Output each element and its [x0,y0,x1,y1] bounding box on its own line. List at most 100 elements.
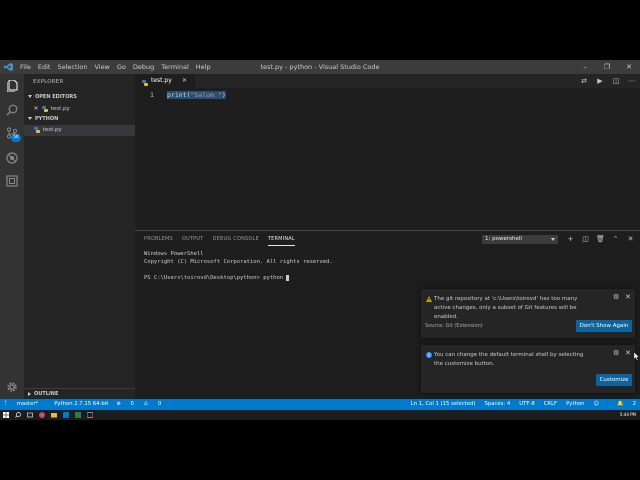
sidebar-title: EXPLORER [33,79,64,85]
run-play-icon[interactable]: ▶ [592,74,608,88]
chevron-up-icon[interactable]: ⌃ [608,234,623,245]
new-terminal-icon[interactable]: + [563,234,578,245]
notification-source: Source: Git (Extension) [425,323,483,329]
python-file-icon [41,105,48,112]
dont-show-again-button[interactable]: Don't Show Again [576,320,632,332]
task-view-icon[interactable] [27,412,33,418]
warning-status-icon: ⚠ [143,401,149,407]
menu-terminal[interactable]: Terminal [161,60,188,74]
terminal-output[interactable]: Windows PowerShell Copyright (C) Microsof… [144,250,333,282]
code-editor[interactable]: 1 print("Salom ") [135,88,640,230]
folder-header-python[interactable]: PYTHON [24,114,135,125]
file-item-test-py[interactable]: test.py [24,125,135,136]
panel-tabs: PROBLEMS OUTPUT DEBUG CONSOLE TERMINAL [144,234,304,246]
settings-gear-icon[interactable] [5,380,19,394]
menu-edit[interactable]: Edit [38,60,51,74]
window-controls: – ❐ ✕ [574,60,640,74]
error-icon: ⊗ [116,401,121,407]
editor-actions: ⇄ ▶ ◫ ⋯ [576,74,640,88]
vscode-taskbar-icon[interactable] [63,412,69,418]
tab-terminal[interactable]: TERMINAL [267,234,295,246]
windows-start-icon[interactable] [3,412,9,418]
open-editors-header[interactable]: OPEN EDITORS [24,92,135,103]
vscode-window: File Edit Selection View Go Debug Termin… [0,60,640,410]
tab-label: test.py [151,77,172,84]
minimize-icon[interactable]: – [574,60,596,74]
title-bar: File Edit Selection View Go Debug Termin… [0,60,640,74]
file-explorer-icon[interactable] [51,412,57,418]
notification-message: You can change the default terminal shel… [434,352,584,367]
terminal-line: Windows PowerShell [144,251,204,257]
restore-icon[interactable]: ❐ [596,60,618,74]
gear-icon[interactable]: ⚙ [613,349,619,357]
menu-bar: File Edit Selection View Go Debug Termin… [20,60,218,74]
encoding[interactable]: UTF-8 [519,399,534,410]
info-icon [426,352,432,358]
terminal-line: Copyright (C) Microsoft Corporation. All… [144,259,333,265]
menu-debug[interactable]: Debug [133,60,154,74]
customize-button[interactable]: Customize [596,374,632,386]
menu-help[interactable]: Help [196,60,211,74]
gear-icon[interactable]: ⚙ [613,293,619,301]
split-terminal-icon[interactable]: ◫ [578,234,593,245]
cursor-position[interactable]: Ln 1, Col 1 (15 selected) [411,399,476,410]
tab-problems[interactable]: PROBLEMS [144,234,173,246]
tab-output[interactable]: OUTPUT [182,234,204,246]
branch-status[interactable]: ᛉ master* [4,399,46,410]
git-branch-icon: ᛉ [4,401,9,407]
split-editor-icon[interactable]: ◫ [608,74,624,88]
menu-view[interactable]: View [94,60,109,74]
explorer-sidebar: EXPLORER OPEN EDITORS ✕ test.py PYTHON t… [24,74,135,399]
open-editor-item[interactable]: ✕ test.py [24,103,135,114]
app-taskbar-icon[interactable] [75,412,81,418]
activity-bar [0,74,24,399]
notification-message: The git repository at 'c:\Users\toirovd'… [434,296,578,320]
warning-icon [426,296,432,302]
terminal-taskbar-icon[interactable] [87,412,93,418]
chevron-down-icon [28,95,32,98]
status-left: ᛉ master* Python 2.7.15 64-bit ⊗ 0 ⚠ 0 [4,399,177,410]
tab-debug-console[interactable]: DEBUG CONSOLE [212,234,258,246]
menu-selection[interactable]: Selection [57,60,87,74]
open-changes-icon[interactable]: ⇄ [576,74,592,88]
close-icon[interactable]: ✕ [625,349,631,357]
search-icon[interactable] [5,103,19,117]
close-tab-icon[interactable]: ✕ [182,74,187,88]
menu-go[interactable]: Go [117,60,126,74]
close-panel-icon[interactable]: ✕ [623,234,638,245]
notifications-status[interactable]: 🔔 2 [608,399,636,410]
notification-terminal-info: You can change the default terminal shel… [421,345,635,393]
smiley-icon[interactable]: ☺ [593,399,599,410]
terminal-prompt-line: PS C:\Users\toirovd\Desktop\python> pyth… [144,274,333,282]
panel-actions: + ◫ 🗑 ⌃ ✕ [563,234,638,245]
close-icon[interactable]: ✕ [625,293,631,301]
close-window-icon[interactable]: ✕ [618,60,640,74]
explorer-icon[interactable] [5,79,19,93]
line-ending[interactable]: CRLF [544,399,557,410]
chevron-down-icon [551,238,555,241]
chrome-icon[interactable] [39,412,45,418]
python-file-icon [142,78,148,86]
line-number: 1 [150,91,154,99]
terminal-line: ​ [144,266,333,274]
extensions-icon[interactable] [5,174,19,188]
trash-icon[interactable]: 🗑 [593,234,608,245]
indentation[interactable]: Spaces: 4 [485,399,511,410]
letterbox-bottom [0,420,640,480]
problems-status[interactable]: ⊗ 0 ⚠ 0 [116,399,169,410]
terminal-selector[interactable]: 1: powershell [482,235,558,244]
more-actions-icon[interactable]: ⋯ [624,74,640,88]
chevron-down-icon [28,117,32,120]
language-mode[interactable]: Python [566,399,584,410]
code-line: print("Salom ") [167,91,226,99]
vscode-logo-icon [4,63,13,71]
taskbar-clock[interactable]: 5:44 PM [620,410,636,420]
python-interpreter[interactable]: Python 2.7.15 64-bit [54,399,108,410]
notification-git-warning: The git repository at 'c:\Users\toirovd'… [421,289,635,338]
menu-file[interactable]: File [20,60,31,74]
tab-test-py[interactable]: test.py ✕ [135,74,195,88]
editor-tab-bar: test.py ✕ ⇄ ▶ ◫ ⋯ [135,74,640,88]
taskbar-search-icon[interactable] [15,412,21,418]
close-editor-icon[interactable]: ✕ [32,103,40,114]
debug-icon[interactable] [5,151,19,165]
